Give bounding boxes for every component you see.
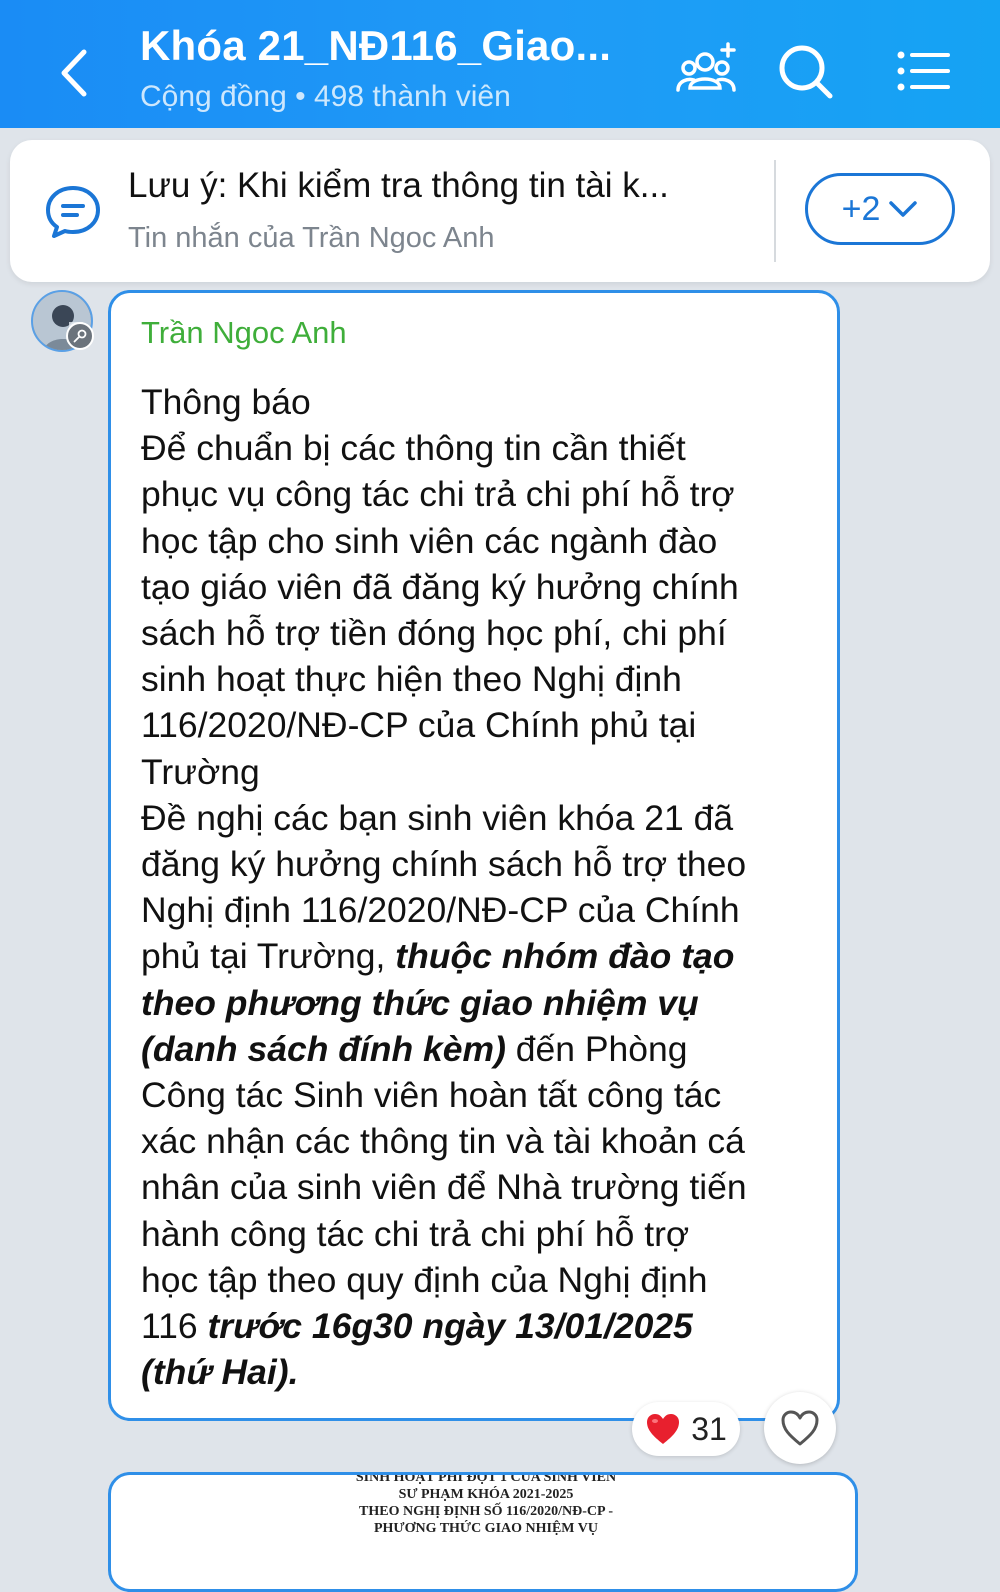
message-text: Thông báo Để chuẩn bị các thông tin cần …: [141, 379, 821, 1395]
reaction-count: 31: [691, 1410, 727, 1447]
react-button[interactable]: [764, 1392, 836, 1464]
message-line: đăng ký hưởng chính sách hỗ trợ theo: [141, 844, 747, 885]
message-bubble[interactable]: Trần Ngoc Anh Thông báo Để chuẩn bị các …: [108, 290, 840, 1421]
search-icon: [779, 45, 833, 99]
app-header: Khóa 21_NĐ116_Giao... Cộng đồng • 498 th…: [0, 0, 1000, 128]
sender-name[interactable]: Trần Ngoc Anh: [141, 315, 347, 351]
divider: [774, 160, 776, 262]
pinned-more-label: +2: [841, 189, 881, 228]
message-line: 116/2020/NĐ-CP của Chính phủ tại: [141, 705, 697, 746]
message-text-run: 116: [141, 1306, 208, 1347]
message-line: hành công tác chi trả chi phí hỗ trợ: [141, 1213, 690, 1254]
message-line: (danh sách đính kèm) đến Phòng: [141, 1026, 821, 1072]
search-button[interactable]: [772, 38, 838, 104]
add-member-icon: [676, 42, 736, 92]
message-line: nhân của sinh viên để Nhà trường tiến: [141, 1167, 747, 1208]
message-line: sách hỗ trợ tiền đóng học phí, chi phí: [141, 613, 727, 654]
chevron-down-icon: [889, 201, 918, 217]
back-button[interactable]: [48, 38, 104, 108]
message-text-run: phủ tại Trường,: [141, 936, 396, 977]
pinned-more-button[interactable]: +2: [805, 173, 955, 245]
key-icon: [73, 329, 87, 343]
message-emphasis: (danh sách đính kèm): [141, 1028, 506, 1069]
message-line: Nghị định 116/2020/NĐ-CP của Chính: [141, 890, 740, 931]
message-line: Trường: [141, 751, 260, 792]
doc-line: SINH HOẠT PHÍ ĐỢT 1 CỦA SINH VIÊN: [355, 1472, 617, 1485]
message-line: sinh hoạt thực hiện theo Nghị định: [141, 659, 682, 700]
chat-title[interactable]: Khóa 21_NĐ116_Giao...: [140, 22, 611, 70]
message-line: tạo giáo viên đã đăng ký hưởng chính: [141, 566, 739, 607]
heart-icon: [647, 1414, 680, 1444]
message-text-run: đến Phòng: [505, 1028, 688, 1069]
chat-bubble-icon: [46, 186, 100, 238]
message-line: (thứ Hai).: [141, 1349, 821, 1395]
message-emphasis: trước 16g30 ngày 13/01/2025: [207, 1306, 693, 1347]
pinned-message-bar[interactable]: Lưu ý: Khi kiểm tra thông tin tài k... T…: [10, 140, 990, 282]
message-line: phủ tại Trường, thuộc nhóm đào tạo: [141, 933, 821, 979]
message-line: học tập cho sinh viên các ngành đào: [141, 520, 718, 561]
chat-subtitle[interactable]: Cộng đồng • 498 thành viên: [140, 80, 511, 114]
message-line: 116 trước 16g30 ngày 13/01/2025: [141, 1303, 821, 1349]
pinned-title: Lưu ý: Khi kiểm tra thông tin tài k...: [128, 166, 669, 205]
menu-button[interactable]: [890, 38, 956, 104]
doc-line: THEO NGHỊ ĐỊNH SỐ 116/2020/NĐ-CP -: [359, 1504, 613, 1519]
reaction-summary[interactable]: 31: [632, 1402, 740, 1456]
message-line: phục vụ công tác chi trả chi phí hỗ trợ: [141, 474, 735, 515]
doc-line: PHƯƠNG THỨC GIAO NHIỆM VỤ: [373, 1521, 598, 1536]
pinned-subtitle: Tin nhắn của Trần Ngoc Anh: [128, 222, 495, 254]
key-badge: [66, 322, 94, 350]
message-line: Để chuẩn bị các thông tin cần thiết: [141, 428, 686, 469]
message-emphasis: (thứ Hai).: [141, 1352, 299, 1393]
menu-icon: [897, 51, 950, 91]
message-emphasis: theo phương thức giao nhiệm vụ: [141, 982, 699, 1023]
doc-line: SƯ PHẠM KHÓA 2021-2025: [398, 1487, 574, 1502]
message-line: Đề nghị các bạn sinh viên khóa 21 đã: [141, 797, 734, 838]
heart-outline-icon: [781, 1410, 819, 1446]
message-line: theo phương thức giao nhiệm vụ: [141, 980, 821, 1026]
back-icon: [61, 49, 87, 97]
message-line: Công tác Sinh viên hoàn tất công tác: [141, 1075, 722, 1116]
add-member-button[interactable]: [674, 38, 740, 104]
message-line: Thông báo: [141, 382, 311, 422]
message-line: xác nhận các thông tin và tài khoản cá: [141, 1121, 745, 1162]
message-emphasis: thuộc nhóm đào tạo: [395, 936, 735, 977]
message-line: học tập theo quy định của Nghị định: [141, 1259, 708, 1300]
document-preview-text: SINH HOẠT PHÍ ĐỢT 1 CỦA SINH VIÊN SƯ PHẠ…: [111, 1472, 855, 1537]
attachment-preview[interactable]: SINH HOẠT PHÍ ĐỢT 1 CỦA SINH VIÊN SƯ PHẠ…: [108, 1472, 858, 1592]
